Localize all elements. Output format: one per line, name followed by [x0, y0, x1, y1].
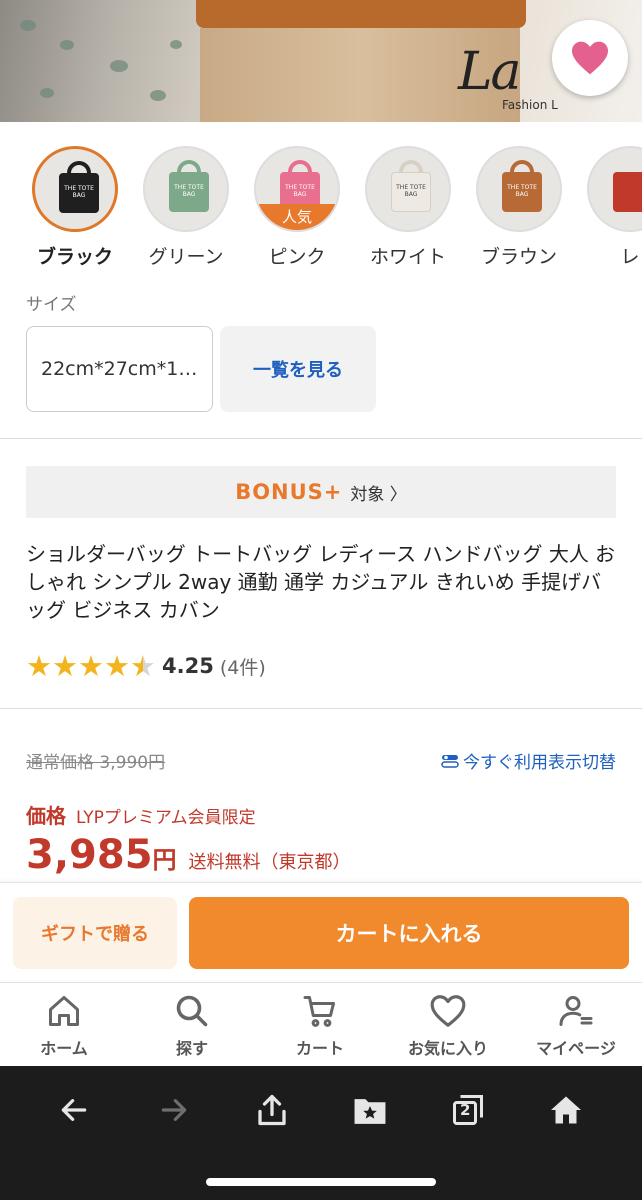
- hero-decoration: [170, 40, 182, 49]
- popular-badge: 人気: [256, 204, 338, 230]
- swatch-red[interactable]: レ: [580, 146, 642, 268]
- cart-icon: [303, 996, 335, 1027]
- hero-decoration: [110, 60, 128, 72]
- tab-mypage[interactable]: マイページ: [512, 993, 640, 1059]
- search-icon: [176, 995, 208, 1027]
- swatch-pink[interactable]: THE TOTE BAG 人気 ピンク: [247, 146, 347, 268]
- swatch-black[interactable]: THE TOTE BAG ブラック: [25, 146, 125, 268]
- browser-bookmarks-button[interactable]: [340, 1088, 400, 1132]
- browser-share-button[interactable]: [242, 1088, 302, 1132]
- tote-print: THE TOTE BAG: [507, 184, 537, 198]
- premium-note: LYPプレミアム会員限定: [76, 808, 256, 828]
- star-icon: ★: [52, 648, 78, 683]
- divider: [0, 708, 642, 709]
- swatch-thumbnail: THE TOTE BAG 人気: [254, 146, 340, 232]
- swatch-thumbnail: THE TOTE BAG: [365, 146, 451, 232]
- tab-label: ホーム: [40, 1039, 88, 1058]
- swatch-label: ブラック: [36, 246, 113, 268]
- swatch-thumbnail: THE TOTE BAG: [32, 146, 118, 232]
- divider: [0, 438, 642, 439]
- tab-label: マイページ: [536, 1039, 616, 1058]
- home-icon: [551, 1096, 581, 1124]
- star-icon: ★: [104, 648, 130, 683]
- tote-print: THE TOTE BAG: [64, 185, 94, 199]
- tab-label: カート: [295, 1039, 344, 1058]
- color-swatch-list: THE TOTE BAG ブラック THE TOTE BAG グリーン THE …: [0, 146, 642, 268]
- user-icon: [559, 996, 593, 1026]
- favorite-button[interactable]: [552, 20, 628, 96]
- swatch-thumbnail: THE TOTE BAG: [476, 146, 562, 232]
- hero-brand-logo: La: [458, 42, 522, 102]
- swatch-label: ホワイト: [369, 246, 446, 268]
- hero-bag: [196, 0, 526, 28]
- product-title: ショルダーバッグ トートバッグ レディース ハンドバッグ 大人 おしゃれ シンプ…: [26, 542, 616, 622]
- gift-button[interactable]: ギフトで贈る: [13, 897, 177, 969]
- size-label: サイズ: [26, 295, 77, 315]
- tab-count: 2: [460, 1101, 471, 1119]
- swatch-label: グリーン: [148, 246, 224, 268]
- browser-home-button[interactable]: [536, 1088, 596, 1132]
- tab-cart[interactable]: カート: [256, 993, 384, 1059]
- bag-shape: [613, 172, 642, 212]
- price-amount: 3,985: [26, 832, 153, 878]
- bonus-logo: BONUS+: [235, 480, 343, 504]
- swatch-brown[interactable]: THE TOTE BAG ブラウン: [469, 146, 569, 268]
- rating-score: 4.25: [162, 654, 214, 678]
- hero-decoration: [150, 90, 166, 101]
- tab-home[interactable]: ホーム: [0, 993, 128, 1059]
- tab-search[interactable]: 探す: [128, 993, 256, 1059]
- bonus-text: 対象 〉: [350, 484, 407, 505]
- swatch-thumbnail: [587, 146, 642, 232]
- swatch-label: ブラウン: [480, 246, 557, 268]
- review-count[interactable]: (4件): [220, 653, 266, 680]
- display-toggle-link[interactable]: 今すぐ利用表示切替: [441, 748, 616, 773]
- tote-print: THE TOTE BAG: [285, 184, 315, 198]
- purchase-action-bar: ギフトで贈る カートに入れる: [0, 882, 642, 982]
- tote-print: THE TOTE BAG: [174, 184, 204, 198]
- swatch-thumbnail: THE TOTE BAG: [143, 146, 229, 232]
- price-label-row: 価格 LYPプレミアム会員限定: [26, 800, 256, 829]
- browser-back-button[interactable]: [44, 1088, 104, 1132]
- regular-price: 通常価格 3,990円: [26, 753, 166, 773]
- product-hero-image[interactable]: La Fashion L: [0, 0, 642, 122]
- share-icon: [258, 1094, 286, 1126]
- price-row: 3,985円 送料無料（東京都）: [26, 832, 351, 878]
- star-icon: ★: [26, 648, 52, 683]
- swatch-white[interactable]: THE TOTE BAG ホワイト: [358, 146, 458, 268]
- swatch-label: ピンク: [268, 246, 326, 268]
- rating-row[interactable]: ★ ★ ★ ★ ★ 4.25 (4件): [26, 648, 266, 684]
- browser-forward-button[interactable]: [144, 1088, 204, 1132]
- swatch-green[interactable]: THE TOTE BAG グリーン: [136, 146, 236, 268]
- hero-brand-subtitle: Fashion L: [502, 98, 558, 112]
- arrow-right-icon: [161, 1099, 187, 1121]
- tote-print: THE TOTE BAG: [396, 184, 426, 198]
- bottom-tab-bar: ホーム 探す カート お気に入り マイページ: [0, 982, 642, 1066]
- price-label: 価格: [26, 804, 66, 828]
- swatch-label: レ: [620, 246, 640, 268]
- shipping-info: 送料無料（東京都）: [188, 852, 351, 873]
- half-star-icon: ★: [130, 648, 156, 683]
- home-icon: [49, 996, 79, 1026]
- size-option[interactable]: 22cm*27cm*1…: [26, 326, 213, 412]
- see-all-sizes-button[interactable]: 一覧を見る: [220, 326, 376, 412]
- add-to-cart-button[interactable]: カートに入れる: [189, 897, 629, 969]
- home-indicator: [206, 1178, 436, 1186]
- heart-icon: [572, 41, 608, 75]
- display-toggle-label: 今すぐ利用表示切替: [463, 753, 616, 773]
- toggle-icon: [441, 754, 459, 768]
- star-icon: ★: [78, 648, 104, 683]
- hero-decoration: [40, 88, 54, 98]
- hero-decoration: [60, 40, 74, 50]
- price-amount-group: 3,985円: [26, 832, 177, 878]
- bonus-banner[interactable]: BONUS+ 対象 〉: [26, 466, 616, 518]
- tab-label: お気に入り: [407, 1039, 488, 1058]
- heart-icon: [430, 995, 466, 1027]
- hero-decoration: [20, 20, 36, 31]
- tab-favorites[interactable]: お気に入り: [384, 993, 512, 1059]
- tab-label: 探す: [175, 1039, 208, 1058]
- bookmark-folder-icon: [354, 1099, 386, 1124]
- browser-tabs-button[interactable]: 2: [438, 1088, 498, 1132]
- arrow-left-icon: [61, 1099, 87, 1121]
- price-currency: 円: [152, 846, 177, 874]
